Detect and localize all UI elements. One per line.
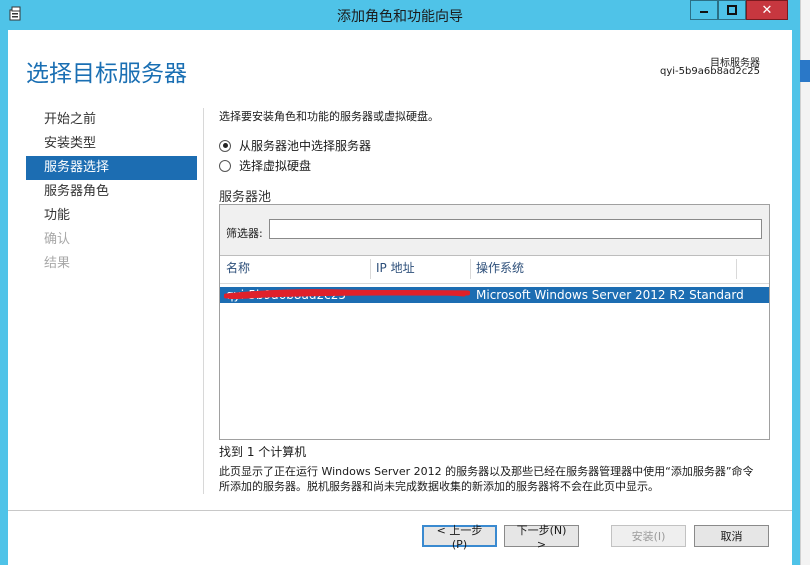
background-window-edge — [800, 0, 810, 565]
radio-virtual-disk[interactable] — [219, 159, 231, 172]
close-icon: ✕ — [761, 2, 773, 18]
table-header: 名称 IP 地址 操作系统 — [220, 257, 769, 284]
cancel-button[interactable]: 取消 — [694, 525, 769, 547]
window-title: 添加角色和功能向导 — [337, 9, 463, 25]
previous-button[interactable]: < 上一步(P) — [422, 524, 497, 551]
column-divider[interactable] — [736, 259, 737, 279]
maximize-button[interactable] — [718, 0, 746, 20]
nav-item-before-you-begin[interactable]: 开始之前 — [26, 108, 197, 132]
nav-item-server-selection[interactable]: 服务器选择 — [26, 156, 197, 180]
cell-operating-system: Microsoft Windows Server 2012 R2 Standar… — [476, 288, 744, 302]
radio-selected-dot — [222, 143, 228, 148]
nav-item-results: 结果 — [44, 256, 71, 271]
title-bar[interactable]: 添加角色和功能向导 ✕ — [0, 0, 800, 30]
next-button[interactable]: 下一步(N) > — [504, 524, 579, 551]
server-pool-grid: 筛选器: 名称 IP 地址 操作系统 qyi-5b9a6b8ad2c25 Mic… — [219, 204, 770, 440]
install-button: 安装(I) — [611, 525, 686, 547]
filter-input[interactable] — [269, 219, 762, 239]
minimize-icon — [700, 11, 708, 13]
filter-bar: 筛选器: — [220, 205, 769, 256]
column-header-os[interactable]: 操作系统 — [470, 257, 736, 283]
radio-server-pool[interactable] — [219, 139, 231, 152]
option-server-pool[interactable]: 从服务器池中选择服务器 — [219, 137, 371, 154]
column-header-name[interactable]: 名称 — [220, 257, 370, 283]
redaction-scribble — [224, 289, 470, 299]
nav-divider — [203, 108, 204, 494]
background-window-accent — [800, 60, 810, 82]
column-header-ip[interactable]: IP 地址 — [370, 257, 470, 283]
filter-label: 筛选器: — [226, 227, 263, 240]
nav-item-confirmation: 确认 — [44, 232, 71, 247]
maximize-icon — [727, 5, 737, 15]
found-count: 找到 1 个计算机 — [219, 445, 307, 459]
nav-item-installation-type[interactable]: 安装类型 — [26, 132, 197, 156]
close-button[interactable]: ✕ — [746, 0, 788, 20]
destination-server-name: qyi-5b9a6b8ad2c25 — [660, 66, 760, 77]
nav-item-server-roles[interactable]: 服务器角色 — [26, 180, 197, 204]
option-server-pool-label: 从服务器池中选择服务器 — [239, 139, 372, 153]
table-row[interactable]: qyi-5b9a6b8ad2c25 Microsoft Windows Serv… — [220, 287, 769, 303]
wizard-step-nav: 开始之前 安装类型 服务器选择 服务器角色 功能 确认 结果 — [26, 108, 197, 276]
page-title: 选择目标服务器 — [26, 61, 187, 87]
nav-item-features[interactable]: 功能 — [26, 204, 197, 228]
wizard-client-area: 选择目标服务器 目标服务器 qyi-5b9a6b8ad2c25 开始之前 安装类… — [8, 30, 792, 565]
info-note: 此页显示了正在运行 Windows Server 2012 的服务器以及那些已经… — [219, 465, 754, 493]
server-pool-heading: 服务器池 — [219, 190, 272, 205]
wizard-window: 添加角色和功能向导 ✕ 选择目标服务器 目标服务器 qyi-5b9a6b8ad2… — [0, 0, 800, 565]
footer-divider — [8, 510, 792, 511]
intro-text: 选择要安装角色和功能的服务器或虚拟硬盘。 — [219, 110, 439, 123]
minimize-button[interactable] — [690, 0, 718, 20]
option-virtual-disk-label: 选择虚拟硬盘 — [239, 159, 312, 173]
option-virtual-disk[interactable]: 选择虚拟硬盘 — [219, 157, 311, 174]
